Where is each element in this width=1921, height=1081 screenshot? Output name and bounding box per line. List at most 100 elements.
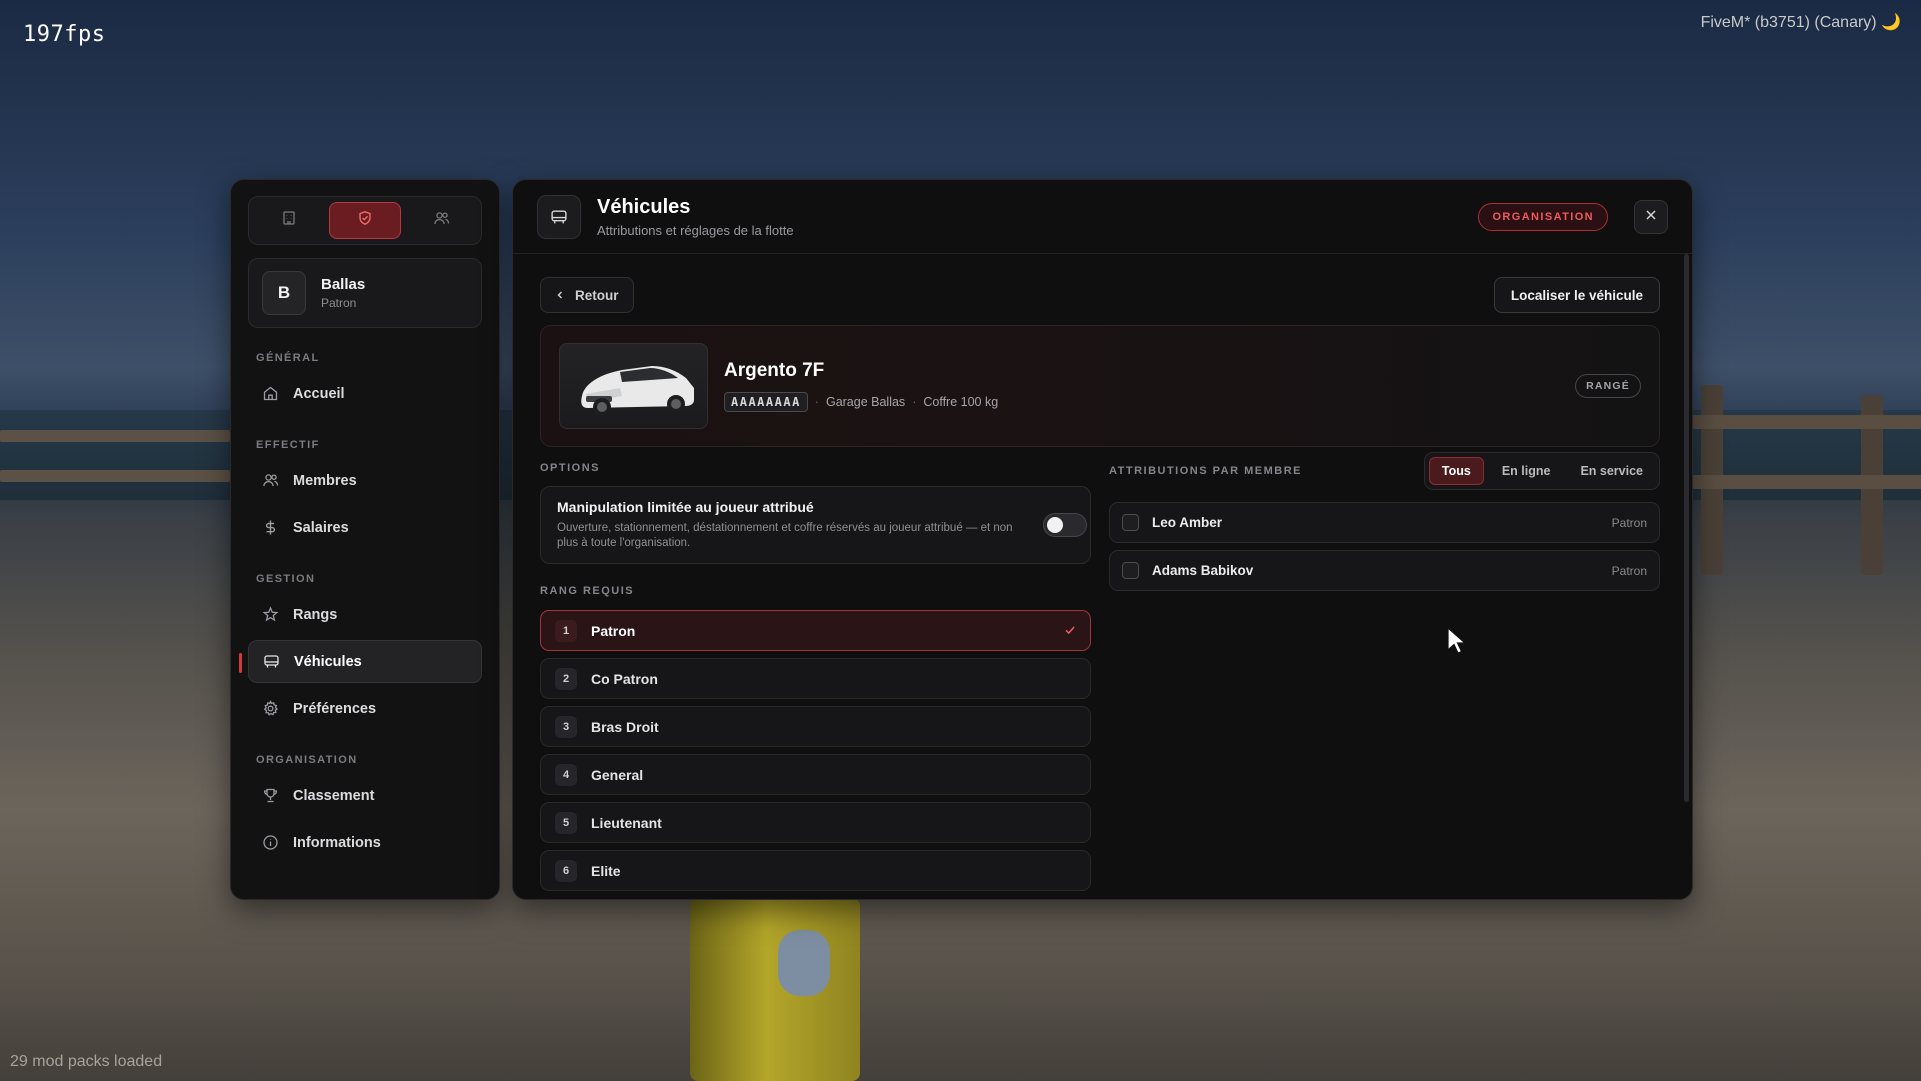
users-icon — [433, 210, 450, 232]
sidebar-item-label: Classement — [293, 787, 375, 804]
profile-role: Patron — [321, 296, 357, 310]
sidebar-item-accueil[interactable]: Accueil — [248, 372, 482, 415]
vehicle-name: Argento 7F — [724, 360, 825, 381]
locate-vehicle-button[interactable]: Localiser le véhicule — [1493, 277, 1660, 313]
rank-option[interactable]: 3 Bras Droit — [540, 706, 1091, 747]
vehicle-card: Argento 7F AAAAAAAA · Garage Ballas · Co… — [540, 325, 1660, 447]
rank-name: Elite — [591, 862, 621, 879]
trophy-icon — [260, 786, 280, 806]
section-organisation: ORGANISATION — [256, 754, 358, 766]
separator-dot: · — [912, 395, 917, 409]
status-badge: RANGÉ — [1575, 374, 1641, 398]
vehicle-image — [559, 343, 708, 429]
rank-number: 4 — [555, 763, 577, 786]
info-icon — [260, 833, 280, 853]
tab-organisation[interactable] — [329, 202, 401, 239]
page-subtitle: Attributions et réglages de la flotte — [597, 222, 794, 238]
sidebar-item-label: Véhicules — [294, 653, 362, 670]
attributions-heading: ATTRIBUTIONS PAR MEMBRE — [1109, 465, 1302, 477]
page-title: Véhicules — [597, 195, 691, 218]
filter-tous[interactable]: Tous — [1428, 457, 1484, 485]
rank-option[interactable]: 6 Elite — [540, 850, 1091, 891]
background-character — [690, 898, 860, 1081]
modpacks-status: 29 mod packs loaded — [10, 1053, 163, 1070]
section-effectif: EFFECTIF — [256, 439, 320, 451]
restricted-handling-toggle[interactable] — [1043, 513, 1087, 537]
check-icon — [1064, 623, 1076, 639]
star-icon — [260, 605, 280, 625]
rank-name: Co Patron — [591, 670, 658, 687]
tab-users[interactable] — [407, 202, 476, 239]
rank-number: 3 — [555, 715, 577, 738]
rank-list: 1 Patron 2 Co Patron 3 Bras Droit 4 Gene… — [540, 610, 1091, 891]
vehicle-icon — [537, 194, 581, 239]
license-plate: AAAAAAAA — [724, 392, 808, 412]
profile-name: Ballas — [321, 276, 366, 293]
home-icon — [260, 384, 280, 404]
vehicle-trunk: Coffre 100 kg — [923, 395, 999, 409]
attributions-header: ATTRIBUTIONS PAR MEMBRE Tous En ligne En… — [1109, 452, 1660, 490]
sidebar-item-rangs[interactable]: Rangs — [248, 593, 482, 636]
sidebar-tabs — [248, 196, 482, 245]
sidebar-item-label: Membres — [293, 472, 357, 489]
gear-icon — [260, 699, 280, 719]
sidebar: B Ballas Patron GÉNÉRAL Accueil EFFECTIF… — [230, 179, 500, 900]
filter-en-ligne[interactable]: En ligne — [1490, 457, 1563, 485]
background-character-hand — [778, 930, 830, 996]
member-row[interactable]: Adams Babikov Patron — [1109, 550, 1660, 591]
rank-name: General — [591, 766, 644, 783]
rank-option[interactable]: 2 Co Patron — [540, 658, 1091, 699]
sidebar-item-preferences[interactable]: Préférences — [248, 687, 482, 730]
close-button[interactable] — [1634, 199, 1668, 234]
background-fence-left — [0, 430, 230, 520]
toolbar: Retour Localiser le véhicule — [540, 277, 1660, 313]
vehicle-icon — [261, 652, 281, 672]
sidebar-item-classement[interactable]: Classement — [248, 774, 482, 817]
filter-en-service[interactable]: En service — [1568, 457, 1655, 485]
attributions-column: ATTRIBUTIONS PAR MEMBRE Tous En ligne En… — [1109, 452, 1660, 898]
member-name: Adams Babikov — [1152, 563, 1254, 578]
rank-option[interactable]: 5 Lieutenant — [540, 802, 1091, 843]
section-general: GÉNÉRAL — [256, 352, 320, 364]
chevron-left-icon — [555, 288, 565, 303]
mouse-cursor-icon — [1446, 626, 1468, 661]
sidebar-item-membres[interactable]: Membres — [248, 459, 482, 502]
background-fence-right — [1661, 385, 1921, 575]
options-column: OPTIONS Manipulation limitée au joueur a… — [540, 462, 1091, 898]
member-checkbox[interactable] — [1122, 514, 1139, 531]
panel-content: Retour Localiser le véhicule Argento 7F … — [540, 277, 1660, 898]
profile-card[interactable]: B Ballas Patron — [248, 258, 482, 328]
member-role: Patron — [1611, 515, 1647, 530]
option-description: Ouverture, stationnement, déstationnemen… — [557, 522, 1013, 549]
rank-option[interactable]: 4 General — [540, 754, 1091, 795]
member-checkbox[interactable] — [1122, 562, 1139, 579]
scrollbar[interactable] — [1684, 254, 1689, 802]
rank-number: 1 — [555, 619, 577, 642]
vehicle-garage: Garage Ballas — [825, 395, 906, 409]
member-row[interactable]: Leo Amber Patron — [1109, 502, 1660, 543]
rank-name: Lieutenant — [591, 814, 662, 831]
sidebar-item-informations[interactable]: Informations — [248, 821, 482, 864]
rank-number: 6 — [555, 859, 577, 882]
fps-counter: 197fps — [23, 22, 106, 47]
tab-building[interactable] — [254, 202, 323, 239]
rank-option[interactable]: 1 Patron — [540, 610, 1091, 651]
vehicle-meta: AAAAAAAA · Garage Ballas · Coffre 100 kg — [724, 392, 998, 412]
sidebar-item-vehicules[interactable]: Véhicules — [239, 640, 482, 683]
rank-number: 2 — [555, 667, 577, 690]
rank-name: Patron — [591, 622, 636, 639]
member-role: Patron — [1611, 563, 1647, 578]
sidebar-item-salaires[interactable]: Salaires — [248, 506, 482, 549]
back-button[interactable]: Retour — [540, 277, 634, 313]
build-label: FiveM* (b3751) (Canary) 🌙 — [1700, 14, 1901, 31]
sidebar-item-label: Préférences — [293, 700, 377, 717]
avatar: B — [262, 271, 306, 315]
sidebar-item-label: Rangs — [293, 606, 338, 623]
content-columns: OPTIONS Manipulation limitée au joueur a… — [540, 452, 1660, 898]
options-heading: OPTIONS — [540, 462, 601, 474]
option-title: Manipulation limitée au joueur attribué — [557, 499, 814, 516]
sidebar-item-label: Accueil — [293, 385, 345, 402]
rank-name: Bras Droit — [591, 718, 659, 735]
organisation-badge: ORGANISATION — [1478, 202, 1608, 231]
rank-number: 5 — [555, 811, 577, 834]
